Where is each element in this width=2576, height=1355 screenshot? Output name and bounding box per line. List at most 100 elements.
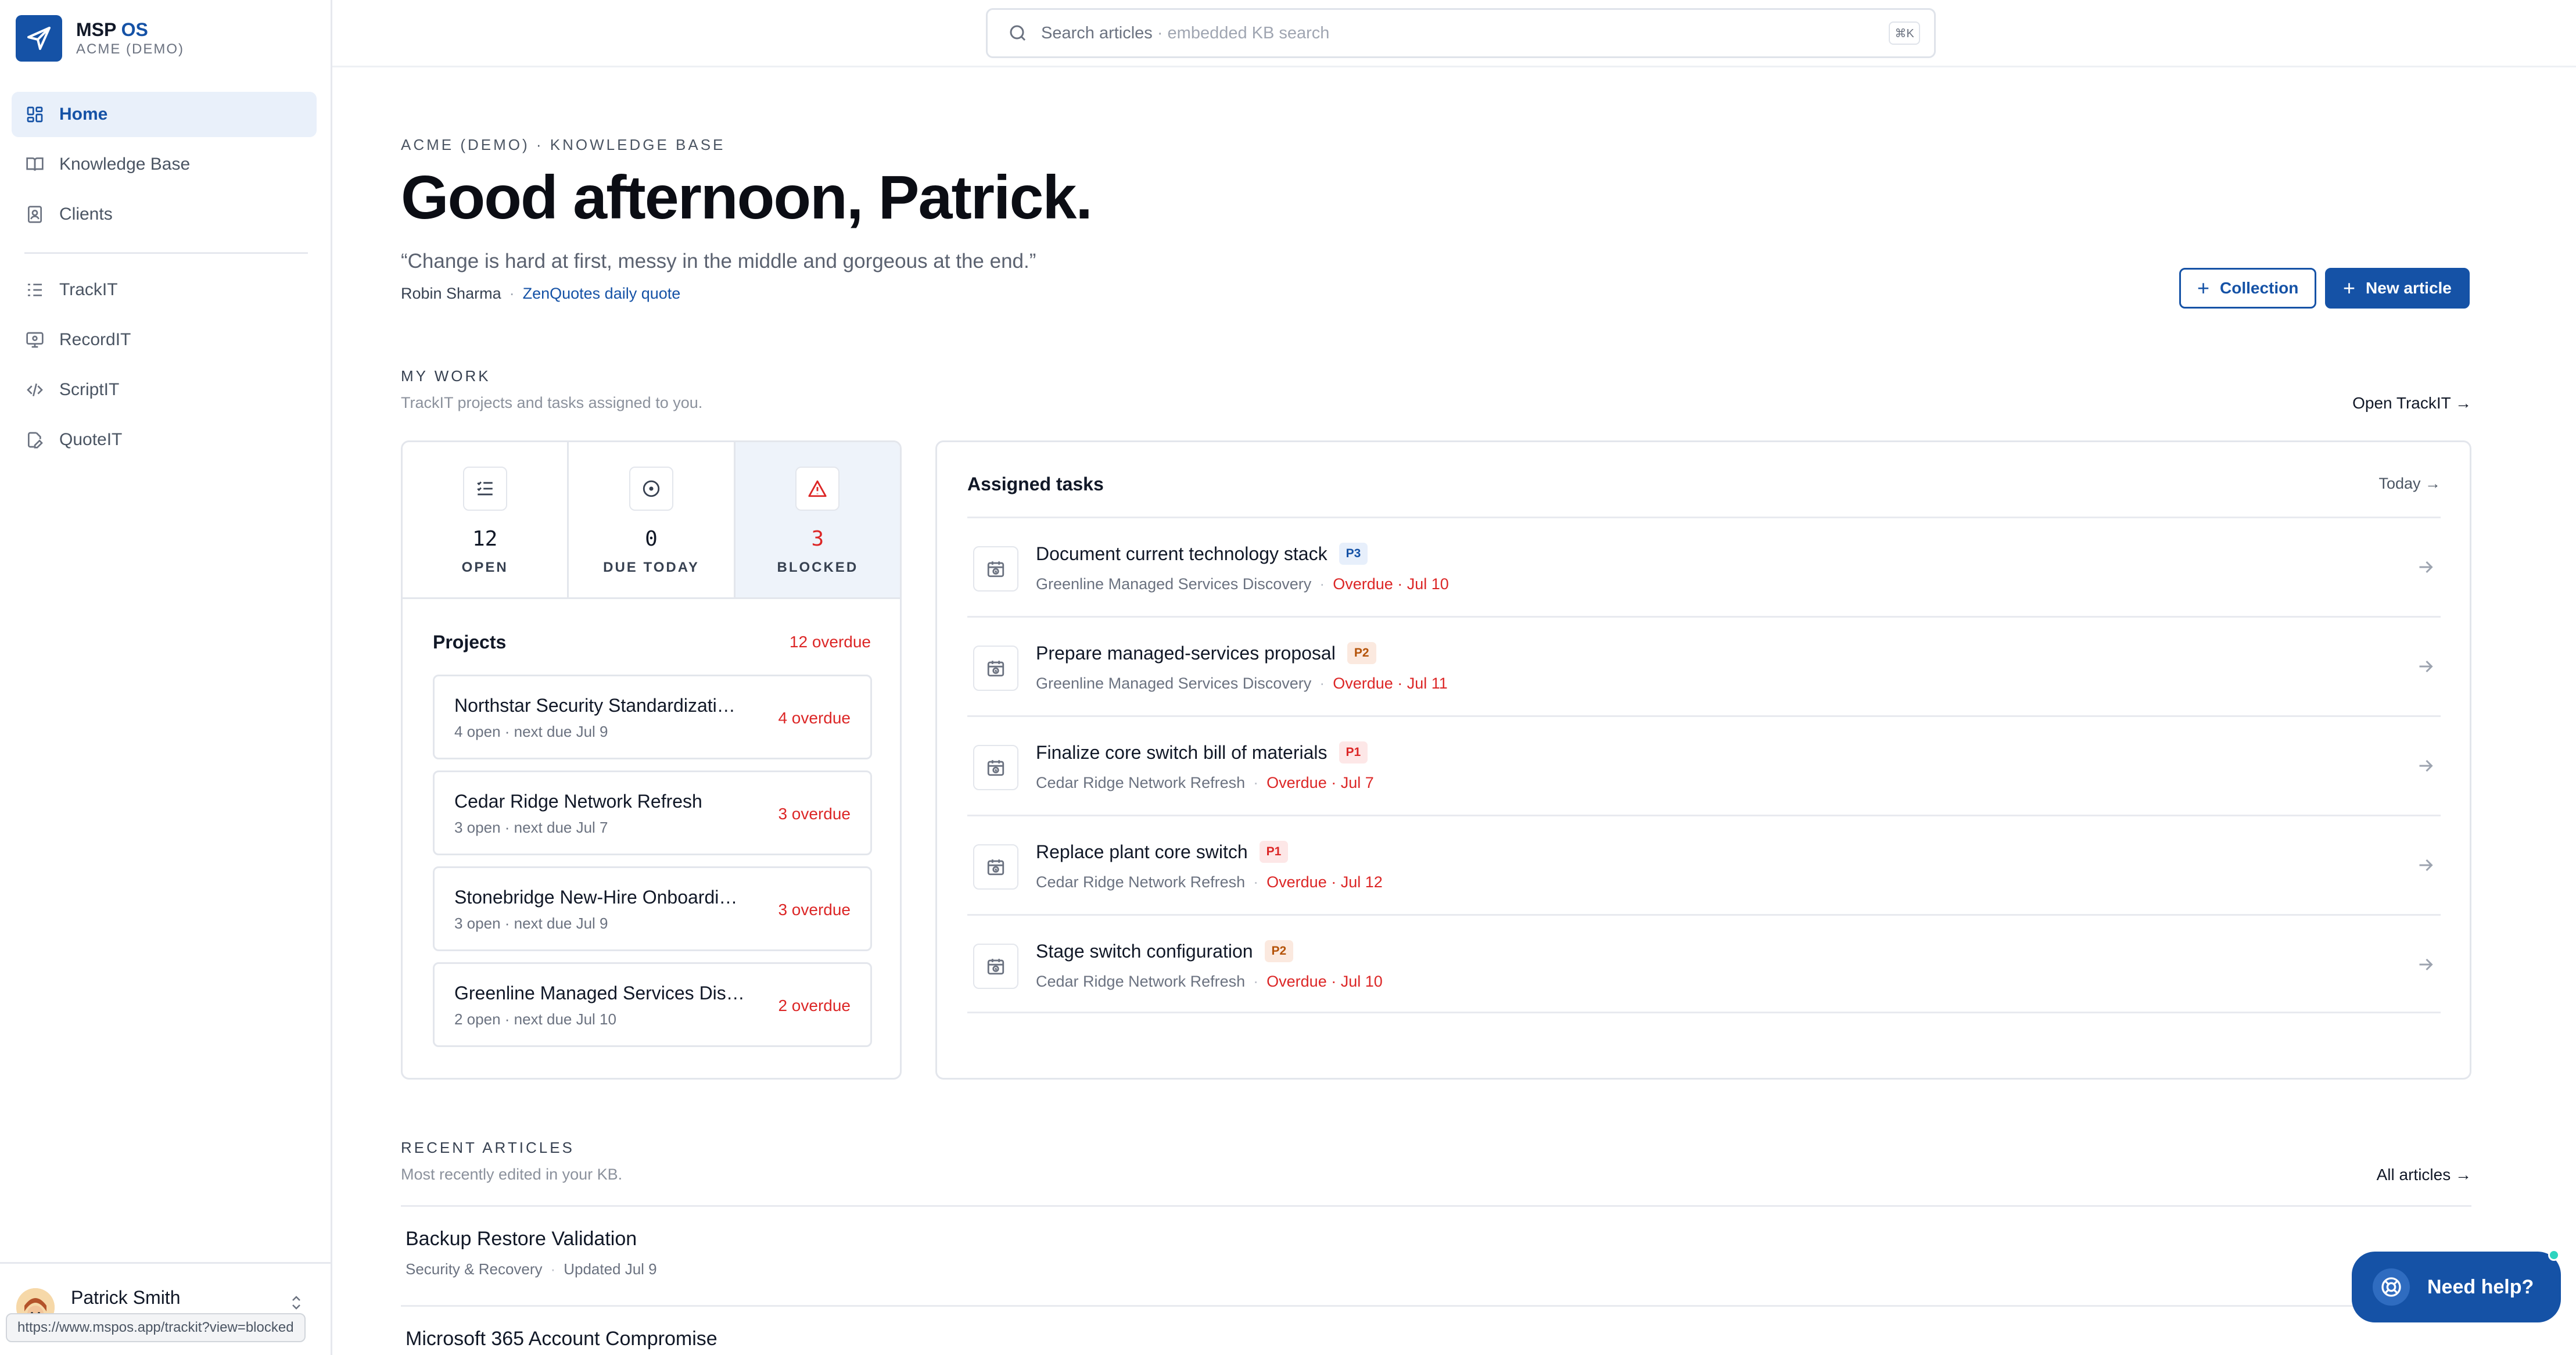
all-articles-link[interactable]: All articles → [2377, 1166, 2471, 1184]
task-meta: Greenline Managed Services Discovery · Ove… [1036, 675, 1448, 692]
project-name: Northstar Security Standardizati… [454, 695, 736, 716]
my-work-title: MY WORK [401, 367, 491, 385]
assigned-tasks-title: Assigned tasks [967, 474, 1104, 494]
task-title: Finalize core switch bill of materials P1 [1036, 741, 1368, 763]
status-bar-url: https://www.mspos.app/trackit?view=block… [6, 1313, 306, 1342]
project-card[interactable]: Stonebridge New-Hire Onboardi… 3 open · … [433, 866, 872, 951]
contacts-icon [24, 204, 45, 225]
priority-badge: P2 [1264, 940, 1294, 962]
lifebuoy-icon [2373, 1268, 2410, 1306]
calendar-clock-icon [973, 546, 1018, 592]
stat-label: DUE TODAY [603, 560, 699, 575]
project-name: Greenline Managed Services Dis… [454, 983, 745, 1003]
sidebar-item-home[interactable]: Home [12, 92, 317, 137]
brand-name: MSP OS [76, 19, 148, 40]
sidebar-item-label: TrackIT [59, 280, 118, 299]
sidebar-item-recordit[interactable]: RecordIT [12, 317, 317, 363]
daily-quote: “Change is hard at first, messy in the m… [401, 250, 1036, 273]
code-icon [24, 379, 45, 400]
sidebar-item-label: QuoteIT [59, 430, 123, 449]
sidebar-item-scriptit[interactable]: ScriptIT [12, 367, 317, 413]
calendar-clock-icon [973, 745, 1018, 790]
brand[interactable]: MSP OS ACME (DEMO) [16, 15, 184, 62]
chevron-updown-icon [289, 1294, 303, 1315]
article-row[interactable]: Microsoft 365 Account Compromise [401, 1305, 2471, 1355]
calendar-clock-icon [973, 944, 1018, 989]
today-link[interactable]: Today → [2378, 475, 2441, 493]
article-title: Backup Restore Validation [406, 1228, 637, 1250]
sidebar-item-clients[interactable]: Clients [12, 192, 317, 237]
stat-value: 12 [472, 527, 498, 551]
recent-articles-title: RECENT ARTICLES [401, 1139, 575, 1156]
clock-icon [629, 467, 673, 511]
task-meta: Greenline Managed Services Discovery · Ove… [1036, 575, 1449, 593]
search-input[interactable]: Search articles · embedded KB search ⌘K [986, 8, 1936, 58]
task-title: Replace plant core switch P1 [1036, 841, 1289, 863]
article-meta: Security & Recovery · Updated Jul 9 [406, 1260, 657, 1278]
task-title: Document current technology stack P3 [1036, 543, 1368, 565]
priority-badge: P2 [1347, 642, 1376, 664]
stat-blocked[interactable]: 3 BLOCKED [735, 442, 900, 597]
quote-source-link[interactable]: ZenQuotes daily quote [523, 285, 681, 302]
priority-badge: P1 [1259, 841, 1289, 863]
sidebar-item-label: RecordIT [59, 330, 131, 349]
task-row[interactable]: Document current technology stack P3 Gree… [967, 517, 2441, 616]
search-icon [1007, 23, 1028, 44]
plus-icon: + [2197, 276, 2210, 300]
project-name: Cedar Ridge Network Refresh [454, 791, 702, 812]
sidebar-item-label: Knowledge Base [59, 155, 191, 174]
stat-open[interactable]: 12 OPEN [403, 442, 569, 597]
brand-logo-icon [16, 15, 62, 62]
need-help-label: Need help? [2427, 1275, 2534, 1298]
sidebar-item-knowledge-base[interactable]: Knowledge Base [12, 142, 317, 187]
project-card[interactable]: Northstar Security Standardizati… 4 open… [433, 675, 872, 759]
project-meta: 3 open · next due Jul 9 [454, 915, 608, 932]
my-work-summary-card: 12 OPEN 0 DUE TODAY 3 BLOCKED Projects 1… [401, 440, 902, 1080]
sidebar-item-label: ScriptIT [59, 380, 120, 399]
project-card[interactable]: Cedar Ridge Network Refresh 3 open · nex… [433, 770, 872, 855]
app-root: MSP OS ACME (DEMO) Home Knowledge Base C… [0, 0, 2576, 1355]
stat-label: OPEN [461, 560, 508, 575]
need-help-button[interactable]: Need help? [2352, 1252, 2561, 1322]
task-row[interactable]: Finalize core switch bill of materials P1… [967, 715, 2441, 815]
task-row[interactable]: Prepare managed-services proposal P2 Gree… [967, 616, 2441, 715]
project-overdue: 2 overdue [778, 996, 851, 1015]
sidebar-item-trackit[interactable]: TrackIT [12, 267, 317, 313]
quote-author: Robin Sharma [401, 285, 501, 302]
calendar-clock-icon [973, 646, 1018, 691]
task-row[interactable]: Stage switch configuration P2 Cedar Ridge… [967, 914, 2441, 1013]
new-article-button[interactable]: + New article [2325, 268, 2470, 309]
primary-nav: Home Knowledge Base Clients [12, 92, 317, 242]
topbar: Search articles · embedded KB search ⌘K [332, 0, 2576, 67]
priority-badge: P1 [1339, 741, 1368, 763]
book-icon [24, 154, 45, 175]
page-eyebrow: ACME (DEMO) · KNOWLEDGE BASE [401, 136, 726, 153]
stat-due-today[interactable]: 0 DUE TODAY [569, 442, 736, 597]
stat-value: 3 [811, 527, 824, 551]
my-work-subtitle: TrackIT projects and tasks assigned to y… [401, 394, 703, 411]
document-edit-icon [24, 429, 45, 450]
user-name: Patrick Smith [71, 1287, 181, 1308]
projects-title: Projects [433, 632, 507, 653]
task-title: Stage switch configuration P2 [1036, 940, 1294, 962]
stat-label: BLOCKED [777, 560, 859, 575]
add-collection-button[interactable]: + Collection [2179, 268, 2317, 309]
task-title: Prepare managed-services proposal P2 [1036, 642, 1376, 664]
project-card[interactable]: Greenline Managed Services Dis… 2 open ·… [433, 962, 872, 1047]
quote-meta: Robin Sharma · ZenQuotes daily quote [401, 285, 681, 302]
arrow-right-icon [2415, 755, 2436, 779]
recent-articles-subtitle: Most recently edited in your KB. [401, 1166, 623, 1183]
article-row[interactable]: Backup Restore Validation Security & Rec… [401, 1205, 2471, 1305]
open-trackit-link[interactable]: Open TrackIT → [2352, 394, 2471, 413]
task-list: Document current technology stack P3 Gree… [967, 517, 2441, 1013]
sidebar-item-label: Home [59, 105, 108, 124]
arrow-right-icon [2415, 656, 2436, 680]
online-status-dot [2548, 1249, 2560, 1261]
sidebar-item-quoteit[interactable]: QuoteIT [12, 417, 317, 463]
task-row[interactable]: Replace plant core switch P1 Cedar Ridge … [967, 815, 2441, 914]
sidebar: MSP OS ACME (DEMO) Home Knowledge Base C… [0, 0, 332, 1355]
project-list: Northstar Security Standardizati… 4 open… [433, 675, 872, 1058]
stat-value: 0 [645, 527, 658, 551]
stats-row: 12 OPEN 0 DUE TODAY 3 BLOCKED [403, 442, 900, 599]
nav-divider [24, 252, 308, 254]
